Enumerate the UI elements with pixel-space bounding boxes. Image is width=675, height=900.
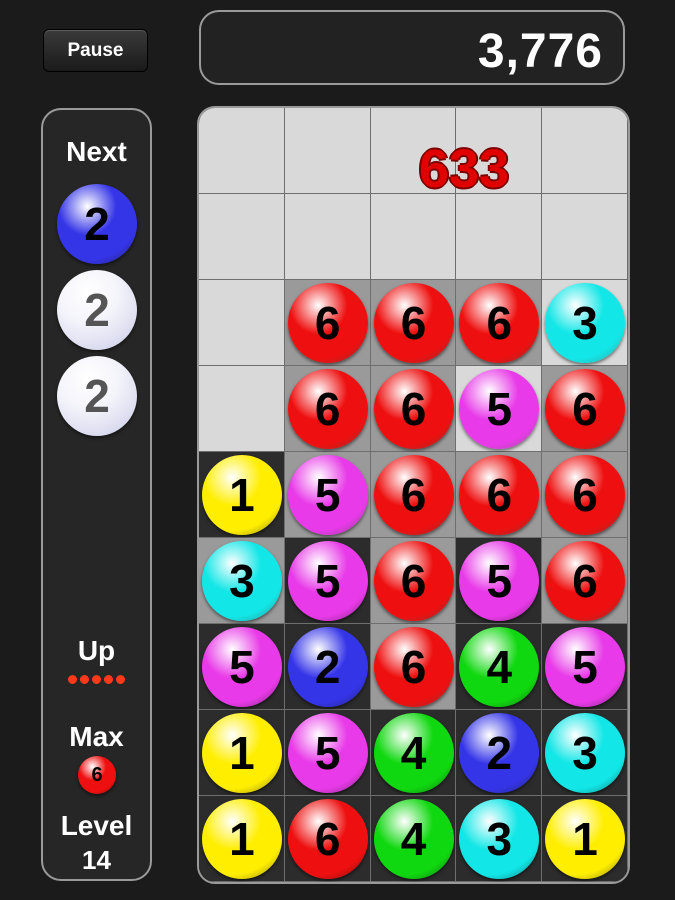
- number-ball[interactable]: 3: [545, 713, 626, 793]
- number-ball[interactable]: 6: [459, 455, 540, 535]
- up-dot: [68, 675, 77, 684]
- number-ball[interactable]: 6: [373, 369, 454, 449]
- board-cell[interactable]: [284, 194, 371, 280]
- number-ball[interactable]: 6: [545, 541, 626, 621]
- number-ball[interactable]: 6: [287, 369, 368, 449]
- number-ball[interactable]: 6: [545, 369, 626, 449]
- next-label: Next: [66, 136, 127, 167]
- board-cell[interactable]: [542, 194, 628, 280]
- pause-button[interactable]: Pause: [43, 29, 148, 72]
- board-cell[interactable]: [284, 108, 371, 194]
- number-ball[interactable]: 5: [287, 455, 368, 535]
- board-cell[interactable]: [370, 194, 457, 280]
- number-ball[interactable]: 6: [545, 455, 626, 535]
- next-ball: 2: [57, 184, 137, 264]
- number-ball[interactable]: 6: [373, 541, 454, 621]
- number-ball[interactable]: 6: [373, 455, 454, 535]
- number-ball[interactable]: 2: [287, 627, 368, 707]
- board-cell[interactable]: [542, 108, 628, 194]
- number-ball[interactable]: 3: [459, 799, 540, 879]
- number-ball[interactable]: 6: [287, 283, 368, 363]
- board-cell[interactable]: [199, 108, 285, 194]
- board-cell[interactable]: [456, 194, 543, 280]
- level-value: 14: [82, 845, 111, 875]
- number-ball[interactable]: 6: [373, 627, 454, 707]
- number-ball[interactable]: 1: [545, 799, 626, 879]
- game-board[interactable]: 6 6 6 3 6 6 5 6 1 5 6 6 6 3 5 6 5 6 5 2 6 4 5 1 5 4 2 3 1 6 4 3 1 633: [197, 106, 630, 884]
- number-ball[interactable]: 6: [459, 283, 540, 363]
- number-ball[interactable]: 3: [201, 541, 282, 621]
- number-ball[interactable]: 4: [373, 799, 454, 879]
- max-ball: 6: [78, 756, 116, 794]
- number-ball[interactable]: 3: [545, 283, 626, 363]
- max-label: Max: [69, 721, 124, 752]
- up-dot: [116, 675, 125, 684]
- up-progress-dots: [43, 675, 150, 684]
- max-value: 6: [91, 763, 103, 786]
- score-display: 3,776: [199, 10, 625, 85]
- level-label: Level: [60, 810, 133, 841]
- up-dot: [92, 675, 101, 684]
- number-ball[interactable]: 4: [373, 713, 454, 793]
- number-ball[interactable]: 5: [287, 541, 368, 621]
- number-ball[interactable]: 1: [201, 799, 282, 879]
- up-dot: [104, 675, 113, 684]
- number-ball[interactable]: 5: [287, 713, 368, 793]
- board-cell[interactable]: [199, 280, 285, 366]
- next-ball: 2: [57, 270, 137, 350]
- next-ball: 2: [57, 356, 137, 436]
- up-label: Up: [77, 635, 116, 666]
- number-ball[interactable]: 5: [201, 627, 282, 707]
- board-cell[interactable]: [199, 194, 285, 280]
- number-ball[interactable]: 1: [201, 713, 282, 793]
- number-ball[interactable]: 4: [459, 627, 540, 707]
- number-ball[interactable]: 5: [459, 369, 540, 449]
- board-cell[interactable]: [199, 366, 285, 452]
- number-ball[interactable]: 1: [201, 455, 282, 535]
- side-panel: Next 222 Up Max 6 Level 14: [41, 108, 152, 881]
- number-ball[interactable]: 5: [459, 541, 540, 621]
- combo-score-popup: 633: [418, 139, 510, 199]
- number-ball[interactable]: 6: [373, 283, 454, 363]
- number-ball[interactable]: 6: [287, 799, 368, 879]
- up-dot: [80, 675, 89, 684]
- score-value: 3,776: [477, 25, 603, 78]
- number-ball[interactable]: 5: [545, 627, 626, 707]
- number-ball[interactable]: 2: [459, 713, 540, 793]
